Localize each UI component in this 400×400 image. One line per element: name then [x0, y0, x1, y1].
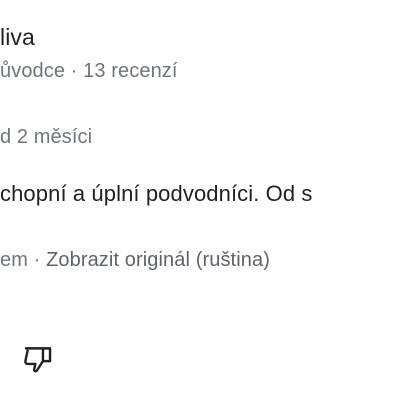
review-date: d 2 měsíci	[0, 126, 93, 148]
show-original-link[interactable]: Zobrazit originál (ruština)	[46, 249, 270, 271]
reviewer-name[interactable]: liva	[0, 26, 35, 49]
dislike-button[interactable]	[20, 343, 56, 379]
translation-prefix: em ·	[0, 249, 47, 271]
reviewer-meta: ůvodce · 13 recenzí	[0, 60, 178, 82]
translation-note: em · Zobrazit originál (ruština)	[0, 250, 270, 270]
review-text: chopní a úplní podvodníci. Od s	[0, 181, 313, 206]
thumbs-down-icon	[21, 342, 55, 381]
